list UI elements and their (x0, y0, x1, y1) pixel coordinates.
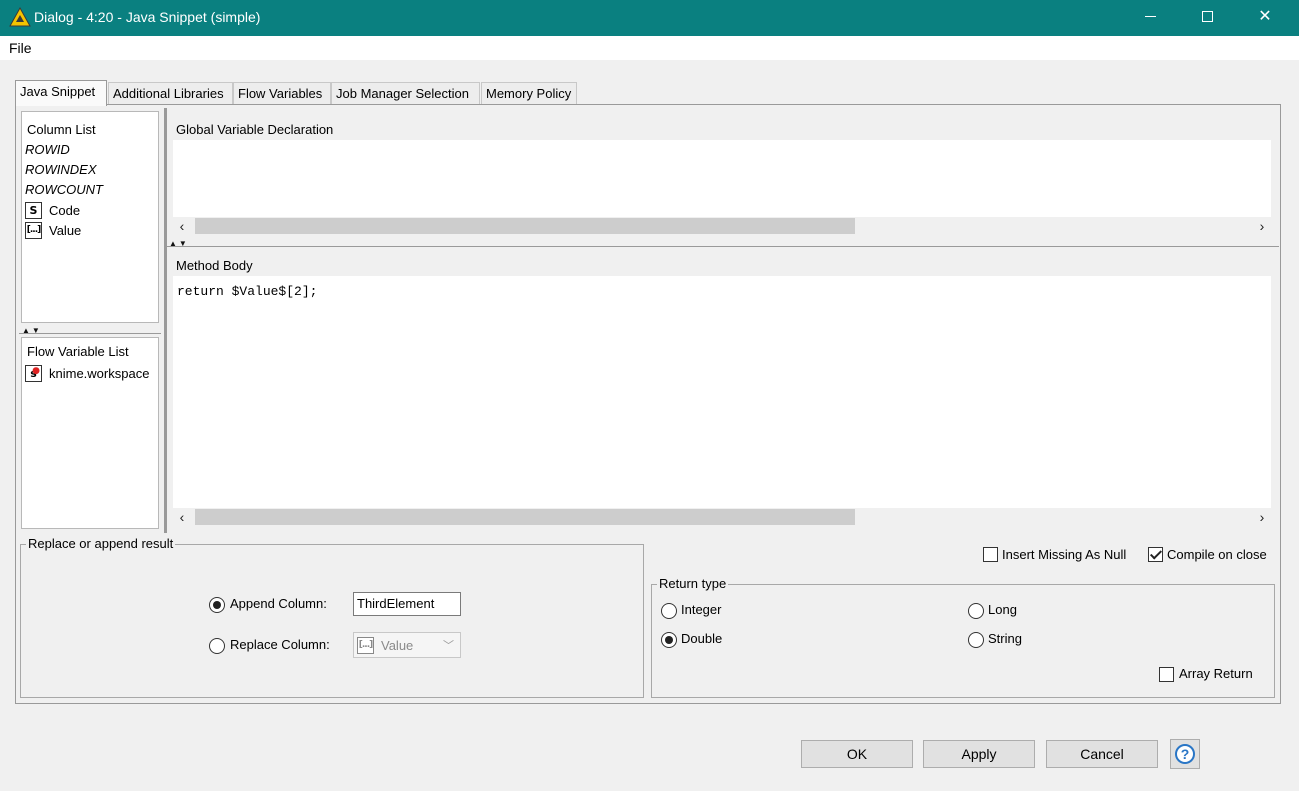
column-list-title: Column List (27, 122, 96, 137)
column-rowindex[interactable]: ROWINDEX (25, 162, 97, 177)
flow-variable-list-title: Flow Variable List (27, 344, 129, 359)
scroll-left-icon[interactable]: ‹ (173, 217, 191, 235)
scroll-thumb[interactable] (195, 509, 855, 525)
double-label: Double (681, 631, 723, 646)
method-body-title: Method Body (176, 258, 253, 273)
maximize-icon (1201, 11, 1213, 23)
array-return-checkbox[interactable] (1159, 667, 1174, 682)
list-type-icon: [...] (25, 222, 42, 240)
apply-button[interactable]: Apply (923, 740, 1035, 768)
integer-radio[interactable] (661, 603, 677, 619)
method-body-editor[interactable]: return $Value$[2]; (173, 276, 1271, 508)
minimize-icon (1144, 16, 1156, 18)
splitter-divider[interactable] (19, 333, 161, 334)
append-column-input[interactable]: ThirdElement (353, 592, 461, 616)
tab-java-snippet[interactable]: Java Snippet (15, 80, 107, 106)
variable-dot-icon: ● (32, 366, 40, 377)
append-column-radio[interactable] (209, 597, 225, 613)
cancel-button[interactable]: Cancel (1046, 740, 1158, 768)
string-type-icon: S (25, 202, 42, 220)
ok-button[interactable]: OK (801, 740, 913, 768)
tab-job-manager-selection[interactable]: Job Manager Selection (331, 82, 480, 104)
scroll-right-icon[interactable]: › (1253, 217, 1271, 235)
global-declaration-title: Global Variable Declaration (176, 122, 334, 137)
column-name: Value (49, 223, 82, 238)
append-column-label: Append Column: (230, 596, 327, 611)
close-icon: ✕ (1258, 8, 1272, 25)
list-type-icon: [...] (357, 637, 374, 654)
minimize-button[interactable] (1127, 0, 1173, 36)
return-type-title: Return type (657, 576, 729, 591)
compile-on-close-checkbox[interactable] (1148, 547, 1163, 562)
help-button[interactable]: ? (1170, 739, 1200, 769)
scroll-left-icon[interactable]: ‹ (173, 508, 191, 526)
java-snippet-panel: Column List ROWID ROWINDEX ROWCOUNT S Co… (15, 104, 1281, 704)
menu-file[interactable]: File (9, 40, 32, 56)
help-icon: ? (1175, 744, 1195, 764)
insert-missing-checkbox[interactable] (983, 547, 998, 562)
scroll-right-icon[interactable]: › (1253, 508, 1271, 526)
replace-append-title: Replace or append result (26, 536, 176, 551)
column-item-code[interactable]: S Code (25, 202, 80, 222)
replace-column-radio[interactable] (209, 638, 225, 654)
replace-append-group: Replace or append result (20, 536, 644, 698)
long-radio[interactable] (968, 603, 984, 619)
tab-flow-variables[interactable]: Flow Variables (233, 82, 331, 104)
array-return-label: Array Return (1179, 666, 1253, 681)
long-label: Long (988, 602, 1017, 617)
global-declaration-hscrollbar[interactable]: ‹ › (173, 217, 1271, 235)
column-name: Code (49, 203, 81, 218)
vertical-splitter[interactable] (164, 108, 167, 533)
maximize-button[interactable] (1184, 0, 1230, 36)
scroll-thumb[interactable] (195, 218, 855, 234)
string-label: String (988, 631, 1022, 646)
replace-column-select[interactable]: [...] Value ﹀ (353, 632, 461, 658)
horizontal-splitter[interactable] (167, 246, 1279, 247)
method-body-code: return $Value$[2]; (177, 284, 318, 299)
global-declaration-editor[interactable] (173, 140, 1271, 217)
window-titlebar: Dialog - 4:20 - Java Snippet (simple) ✕ (0, 0, 1299, 36)
replace-column-value: Value (381, 638, 414, 653)
column-item-value[interactable]: [...] Value (25, 222, 81, 242)
integer-label: Integer (681, 602, 722, 617)
string-variable-icon: s ● (25, 365, 42, 383)
close-button[interactable]: ✕ (1242, 0, 1288, 36)
flow-variable-name: knime.workspace (49, 366, 150, 381)
column-rowid[interactable]: ROWID (25, 142, 70, 157)
window-title: Dialog - 4:20 - Java Snippet (simple) (34, 9, 261, 25)
chevron-down-icon: ﹀ (443, 640, 454, 652)
replace-column-label: Replace Column: (230, 637, 330, 652)
column-rowcount[interactable]: ROWCOUNT (25, 182, 103, 197)
insert-missing-label: Insert Missing As Null (1002, 547, 1127, 562)
flow-variable-item[interactable]: s ● knime.workspace (25, 365, 149, 385)
method-body-hscrollbar[interactable]: ‹ › (173, 508, 1271, 526)
knime-logo-icon (9, 7, 31, 27)
tab-memory-policy[interactable]: Memory Policy (481, 82, 577, 104)
compile-on-close-label: Compile on close (1167, 547, 1267, 562)
menu-bar: File (0, 36, 1299, 60)
tab-additional-libraries[interactable]: Additional Libraries (108, 82, 233, 104)
string-radio[interactable] (968, 632, 984, 648)
double-radio[interactable] (661, 632, 677, 648)
